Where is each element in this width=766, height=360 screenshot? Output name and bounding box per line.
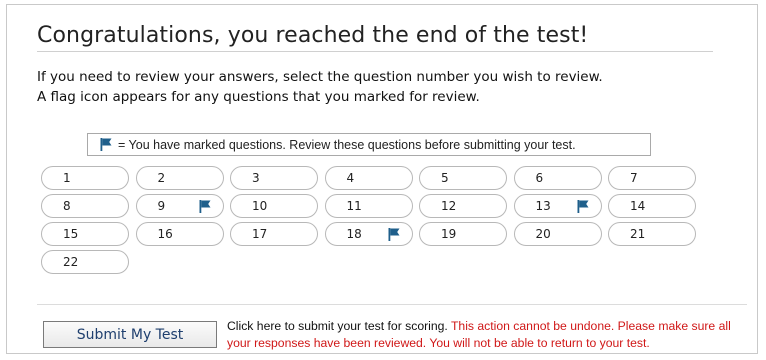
title-divider (37, 51, 713, 52)
question-button-20[interactable]: 20 (513, 222, 602, 246)
instructions: If you need to review your answers, sele… (37, 67, 603, 107)
question-button-16[interactable]: 16 (135, 222, 224, 246)
question-number: 6 (535, 171, 544, 185)
question-number: 3 (252, 171, 260, 185)
question-button-22[interactable]: 22 (41, 250, 129, 274)
question-number: 8 (63, 199, 71, 213)
question-number: 19 (441, 227, 457, 241)
instruction-line-2: A flag icon appears for any questions th… (37, 89, 480, 105)
question-number: 15 (63, 227, 79, 241)
question-number: 5 (441, 171, 449, 185)
flag-icon (199, 200, 211, 213)
page-title: Congratulations, you reached the end of … (37, 23, 589, 48)
question-number: 12 (441, 199, 457, 213)
question-button-17[interactable]: 17 (230, 222, 318, 246)
question-number: 10 (252, 199, 268, 213)
question-number: 17 (252, 227, 268, 241)
question-number: 1 (63, 171, 71, 185)
question-button-10[interactable]: 10 (230, 194, 318, 218)
flag-icon (100, 138, 112, 151)
question-button-6[interactable]: 6 (513, 166, 602, 190)
question-number: 21 (630, 227, 646, 241)
question-button-19[interactable]: 19 (419, 222, 507, 246)
question-button-8[interactable]: 8 (41, 194, 129, 218)
question-number: 7 (630, 171, 638, 185)
question-button-21[interactable]: 21 (608, 222, 696, 246)
submit-note: Click here to submit your test for scori… (227, 318, 747, 352)
question-button-3[interactable]: 3 (230, 166, 318, 190)
question-button-14[interactable]: 14 (608, 194, 696, 218)
question-number: 11 (346, 199, 362, 213)
question-number: 9 (157, 199, 166, 213)
question-button-18[interactable]: 18 (324, 222, 413, 246)
question-number: 22 (63, 255, 79, 269)
question-number: 4 (346, 171, 355, 185)
flag-icon (388, 228, 400, 241)
review-panel: Congratulations, you reached the end of … (6, 4, 758, 354)
question-number: 16 (157, 227, 173, 241)
legend-text: = You have marked questions. Review thes… (118, 137, 576, 152)
question-button-5[interactable]: 5 (419, 166, 507, 190)
question-button-11[interactable]: 11 (324, 194, 413, 218)
submit-test-button[interactable]: Submit My Test (43, 321, 217, 348)
question-button-9[interactable]: 9 (135, 194, 224, 218)
question-button-1[interactable]: 1 (41, 166, 129, 190)
flag-legend: = You have marked questions. Review thes… (87, 133, 651, 156)
question-number: 20 (535, 227, 551, 241)
question-button-4[interactable]: 4 (324, 166, 413, 190)
question-number: 13 (535, 199, 551, 213)
flag-icon (577, 200, 589, 213)
question-button-7[interactable]: 7 (608, 166, 696, 190)
instruction-line-1: If you need to review your answers, sele… (37, 69, 603, 85)
question-button-12[interactable]: 12 (419, 194, 507, 218)
section-divider (37, 304, 747, 305)
question-button-2[interactable]: 2 (135, 166, 224, 190)
question-number: 14 (630, 199, 646, 213)
question-button-13[interactable]: 13 (513, 194, 602, 218)
question-number: 2 (157, 171, 166, 185)
question-number: 18 (346, 227, 362, 241)
submit-note-text: Click here to submit your test for scori… (227, 319, 448, 333)
question-button-15[interactable]: 15 (41, 222, 129, 246)
